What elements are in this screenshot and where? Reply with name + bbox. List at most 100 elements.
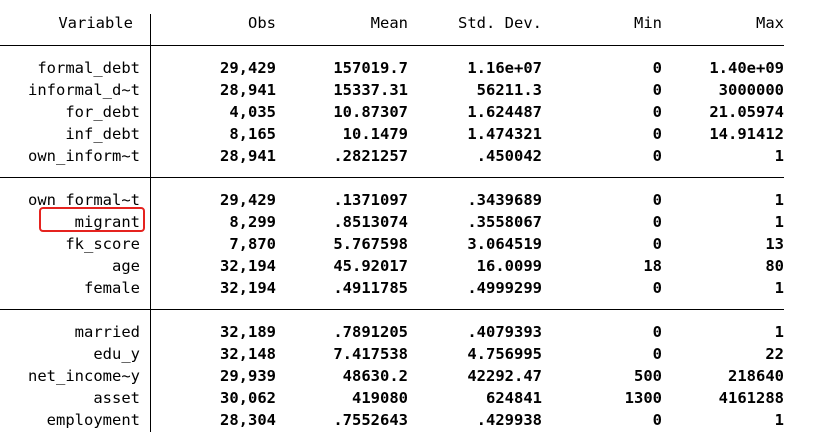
cell-obs: 8,299 [229,213,276,231]
cell-mean: 7.417538 [333,345,408,363]
cell-std-dev: .3439689 [467,191,542,209]
cell-min: 0 [652,191,662,209]
cell-max: 3000000 [718,81,784,99]
cell-max: 14.91412 [709,125,784,143]
cell-obs: 7,870 [229,235,276,253]
group-rule-left-2 [0,309,150,310]
cell-std-dev: .4999299 [467,279,542,297]
cell-min: 0 [652,323,662,341]
cell-max: 4161288 [718,389,784,407]
header-rule-right [151,45,784,46]
cell-max: 1.40e+09 [709,59,784,77]
cell-mean: .7552643 [333,411,408,429]
cell-max: 80 [765,257,784,275]
cell-max: 1 [774,213,784,231]
column-divider [150,14,151,432]
cell-variable: formal_debt [37,59,140,77]
cell-max: 1 [774,323,784,341]
cell-variable: asset [93,389,140,407]
header-variable: Variable [58,14,133,32]
cell-obs: 8,165 [229,125,276,143]
cell-min: 0 [652,81,662,99]
cell-min: 0 [652,147,662,165]
stata-summary-table: Variable Obs Mean Std. Dev. Min Max form… [0,0,814,442]
cell-std-dev: 56211.3 [476,81,542,99]
cell-variable: own_inform~t [28,147,140,165]
cell-min: 0 [652,345,662,363]
header-mean: Mean [370,14,408,32]
cell-obs: 32,194 [220,257,276,275]
cell-obs: 32,194 [220,279,276,297]
header-max: Max [756,14,784,32]
cell-mean: .2821257 [333,147,408,165]
cell-std-dev: 1.624487 [467,103,542,121]
cell-std-dev: 624841 [486,389,542,407]
cell-variable: female [84,279,140,297]
cell-mean: .8513074 [333,213,408,231]
header-std-dev: Std. Dev. [458,14,542,32]
cell-mean: .1371097 [333,191,408,209]
cell-max: 21.05974 [709,103,784,121]
cell-std-dev: .450042 [476,147,542,165]
cell-std-dev: 3.064519 [467,235,542,253]
cell-min: 0 [652,125,662,143]
cell-obs: 32,189 [220,323,276,341]
cell-min: 0 [652,235,662,253]
cell-max: 1 [774,279,784,297]
cell-variable: informal_d~t [28,81,140,99]
cell-mean: 10.1479 [342,125,408,143]
cell-mean: 157019.7 [333,59,408,77]
cell-std-dev: 1.16e+07 [467,59,542,77]
cell-obs: 28,304 [220,411,276,429]
cell-obs: 32,148 [220,345,276,363]
cell-max: 1 [774,191,784,209]
cell-variable: for_debt [65,103,140,121]
cell-obs: 29,939 [220,367,276,385]
header-rule-left [0,45,150,46]
cell-obs: 28,941 [220,147,276,165]
cell-mean: 419080 [352,389,408,407]
cell-min: 0 [652,411,662,429]
cell-obs: 4,035 [229,103,276,121]
group-rule-left-1 [0,177,150,178]
cell-obs: 29,429 [220,191,276,209]
cell-std-dev: .4079393 [467,323,542,341]
group-rule-right-2 [151,309,784,310]
cell-variable: inf_debt [65,125,140,143]
cell-mean: 5.767598 [333,235,408,253]
cell-mean: 48630.2 [342,367,408,385]
cell-std-dev: .3558067 [467,213,542,231]
header-obs: Obs [248,14,276,32]
cell-std-dev: 1.474321 [467,125,542,143]
cell-obs: 30,062 [220,389,276,407]
cell-min: 0 [652,59,662,77]
cell-min: 1300 [624,389,662,407]
cell-max: 13 [765,235,784,253]
cell-min: 500 [634,367,662,385]
cell-variable: employment [46,411,140,429]
cell-min: 0 [652,279,662,297]
cell-variable: age [112,257,140,275]
cell-std-dev: 4.756995 [467,345,542,363]
cell-variable: fk_score [65,235,140,253]
cell-std-dev: .429938 [476,411,542,429]
cell-variable: married [74,323,140,341]
cell-mean: 15337.31 [333,81,408,99]
cell-min: 18 [643,257,662,275]
cell-mean: .4911785 [333,279,408,297]
migrant-highlight-box [39,207,145,232]
cell-min: 0 [652,103,662,121]
cell-std-dev: 42292.47 [467,367,542,385]
group-rule-right-1 [151,177,784,178]
cell-mean: .7891205 [333,323,408,341]
cell-mean: 45.92017 [333,257,408,275]
cell-max: 1 [774,147,784,165]
cell-variable: net_income~y [28,367,140,385]
cell-obs: 29,429 [220,59,276,77]
cell-obs: 28,941 [220,81,276,99]
cell-std-dev: 16.0099 [476,257,542,275]
cell-mean: 10.87307 [333,103,408,121]
cell-variable: edu_y [93,345,140,363]
cell-min: 0 [652,213,662,231]
cell-max: 1 [774,411,784,429]
